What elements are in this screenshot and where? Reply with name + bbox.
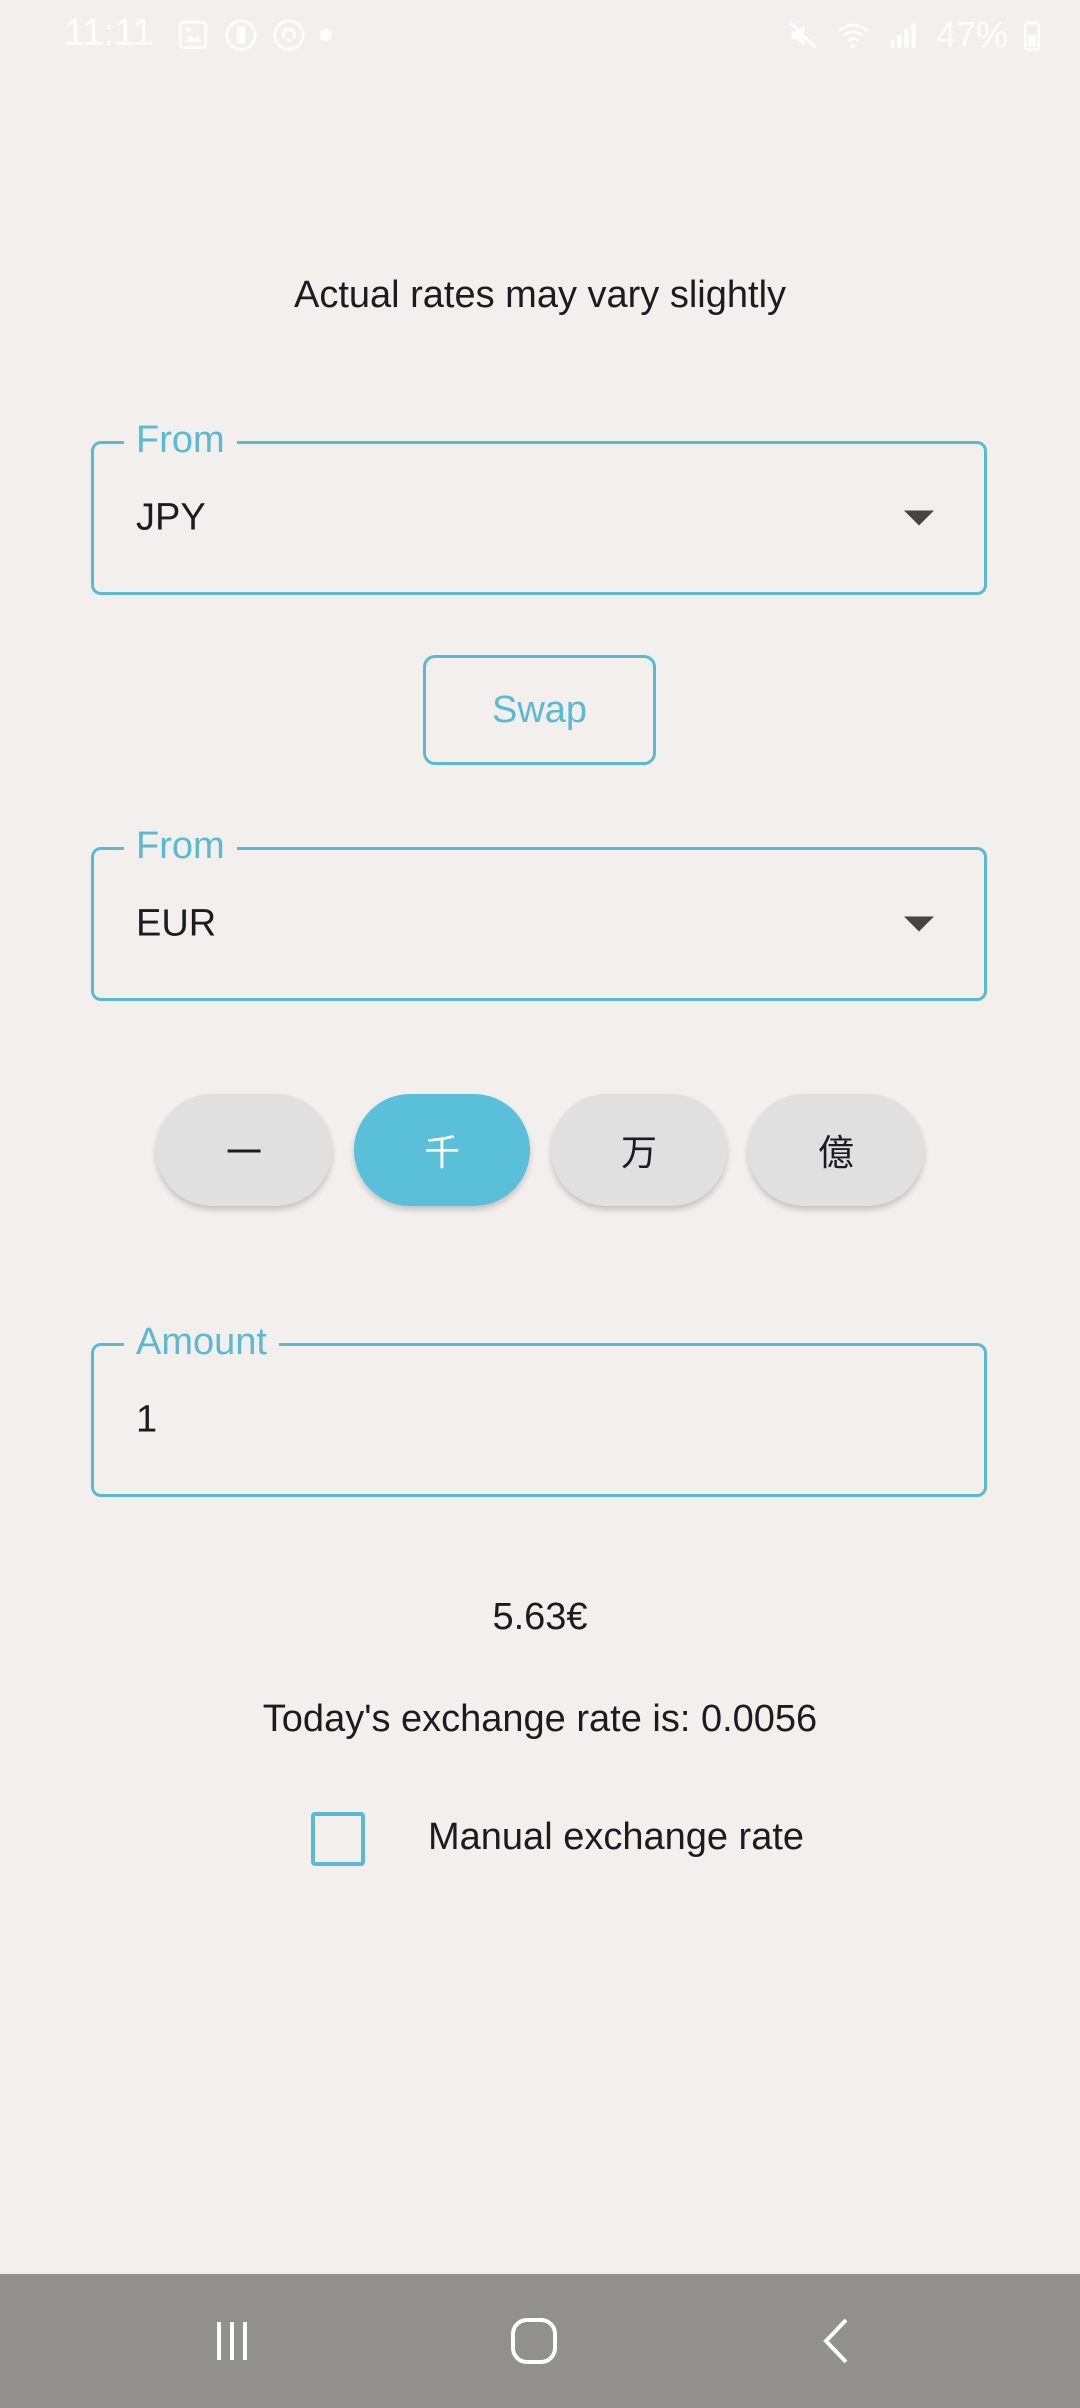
swap-button[interactable]: Swap [423, 655, 656, 765]
gallery-icon [178, 20, 208, 50]
to-currency-value: EUR [136, 902, 217, 945]
conversion-result: 5.63€ [492, 1596, 588, 1638]
battery-percent: 47% [935, 14, 1008, 55]
from-currency-dropdown[interactable]: From JPY [91, 418, 987, 595]
unit-chip-ichi[interactable]: 一 [156, 1094, 332, 1206]
system-icons: 47% [786, 14, 1040, 56]
amount-label: Amount [124, 1320, 279, 1364]
amount-field[interactable]: Amount 1 [91, 1320, 987, 1497]
back-button[interactable] [797, 2304, 877, 2378]
more-notifications-dot [320, 29, 332, 41]
status-time: 11:11 [64, 12, 154, 54]
notification-icons [176, 18, 332, 52]
signal-icon [890, 23, 916, 48]
navigation-bar [0, 2274, 1080, 2408]
home-icon [511, 2318, 557, 2364]
sync-icon [273, 19, 305, 51]
amount-value[interactable]: 1 [136, 1399, 157, 1442]
battery-icon [1024, 21, 1040, 51]
unit-chip-oku[interactable]: 億 [748, 1094, 924, 1206]
unit-chip-sen[interactable]: 千 [354, 1094, 530, 1206]
dropdown-arrow-icon [904, 510, 934, 526]
manual-rate-label[interactable]: Manual exchange rate [428, 1816, 804, 1859]
from-currency-value: JPY [136, 496, 206, 539]
to-currency-label: From [124, 824, 237, 868]
dropdown-arrow-icon [904, 916, 934, 932]
mute-icon [789, 21, 817, 49]
to-currency-dropdown[interactable]: From EUR [91, 824, 987, 1001]
back-icon [823, 2318, 848, 2364]
rates-disclaimer: Actual rates may vary slightly [293, 274, 787, 316]
exchange-rate-text: Today's exchange rate is: 0.0056 [262, 1698, 818, 1740]
battery-saver-icon [225, 19, 257, 51]
status-bar: 11:11 47% [0, 0, 1080, 72]
recent-apps-button[interactable] [192, 2304, 272, 2378]
home-button[interactable] [494, 2304, 574, 2378]
recent-apps-icon [217, 2322, 247, 2360]
unit-chip-man[interactable]: 万 [551, 1094, 727, 1206]
manual-rate-checkbox[interactable] [311, 1812, 365, 1866]
wifi-icon [837, 23, 868, 48]
from-currency-label: From [124, 418, 237, 462]
